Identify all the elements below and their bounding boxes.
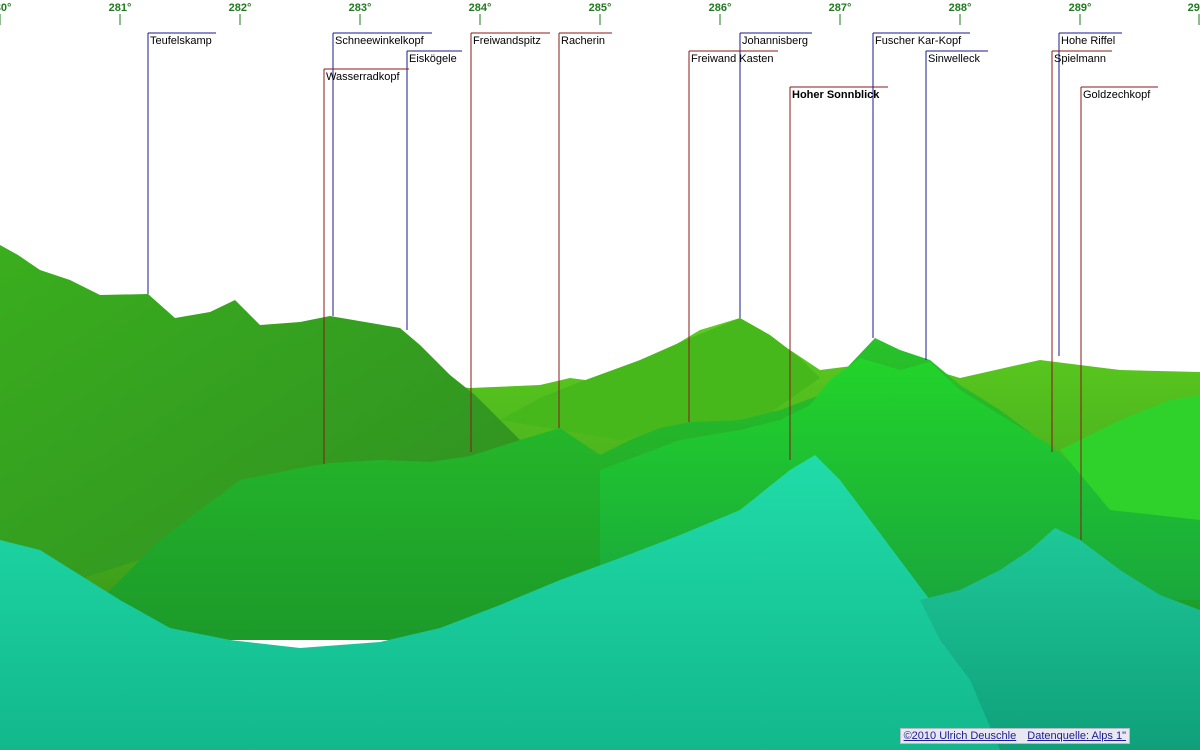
data-source-link[interactable]: Datenquelle: Alps 1": [1027, 730, 1126, 742]
tick-label-285: 285°: [589, 2, 612, 14]
tick-label-284: 284°: [469, 2, 492, 14]
tick-label-282: 282°: [229, 2, 252, 14]
peak-marker-racherin[interactable]: Racherin: [558, 32, 612, 428]
peak-marker-hohe-riffel[interactable]: Hohe Riffel: [1058, 32, 1122, 356]
peak-label: Eiskögele: [409, 53, 457, 65]
peak-marker-eiskoegele[interactable]: Eiskögele: [406, 50, 462, 330]
peak-label: Hoher Sonnblick: [792, 89, 880, 101]
peak-label: Sinwelleck: [928, 53, 980, 65]
peak-marker-fuscher-kar-kopf[interactable]: Fuscher Kar-Kopf: [872, 32, 970, 338]
scale-tick-290: 290°: [1188, 2, 1200, 25]
peak-label: Freiwand Kasten: [691, 53, 774, 65]
peak-label: Spielmann: [1054, 53, 1106, 65]
peak-label: Wasserradkopf: [326, 71, 401, 83]
tick-label-290: 290°: [1188, 2, 1200, 14]
scale-tick-284: 284°: [469, 2, 492, 25]
tick-label-281: 281°: [109, 2, 132, 14]
scale-tick-280: 280°: [0, 2, 11, 25]
peak-label: Schneewinkelkopf: [335, 35, 425, 47]
peak-label: Racherin: [561, 35, 605, 47]
peak-marker-sinwelleck[interactable]: Sinwelleck: [925, 50, 988, 360]
tick-label-288: 288°: [949, 2, 972, 14]
scale-tick-286: 286°: [709, 2, 732, 25]
scale-tick-288: 288°: [949, 2, 972, 25]
tick-label-286: 286°: [709, 2, 732, 14]
peak-marker-johannisberg[interactable]: Johannisberg: [739, 32, 812, 318]
scale-tick-282: 282°: [229, 2, 252, 25]
author-link[interactable]: ©2010 Ulrich Deuschle: [904, 730, 1017, 742]
scale-tick-283: 283°: [349, 2, 372, 25]
panorama-view: 280° 281° 282° 283° 284° 285° 286° 287°: [0, 2, 1200, 750]
peak-label: Freiwandspitz: [473, 35, 541, 47]
scale-tick-289: 289°: [1069, 2, 1092, 25]
scale-tick-285: 285°: [589, 2, 612, 25]
scale-tick-287: 287°: [829, 2, 852, 25]
scale-tick-281: 281°: [109, 2, 132, 25]
peak-label: Hohe Riffel: [1061, 35, 1115, 47]
peak-label: Johannisberg: [742, 35, 808, 47]
peak-marker-teufelskamp[interactable]: Teufelskamp: [147, 32, 216, 294]
tick-label-283: 283°: [349, 2, 372, 14]
peak-label: Goldzechkopf: [1083, 89, 1151, 101]
peak-label: Fuscher Kar-Kopf: [875, 35, 962, 47]
tick-label-289: 289°: [1069, 2, 1092, 14]
degree-scale: 280° 281° 282° 283° 284° 285° 286° 287°: [0, 2, 1200, 25]
credits-bar: ©2010 Ulrich Deuschle Datenquelle: Alps …: [899, 728, 1130, 744]
peak-label: Teufelskamp: [150, 35, 212, 47]
tick-label-280: 280°: [0, 2, 11, 14]
tick-label-287: 287°: [829, 2, 852, 14]
